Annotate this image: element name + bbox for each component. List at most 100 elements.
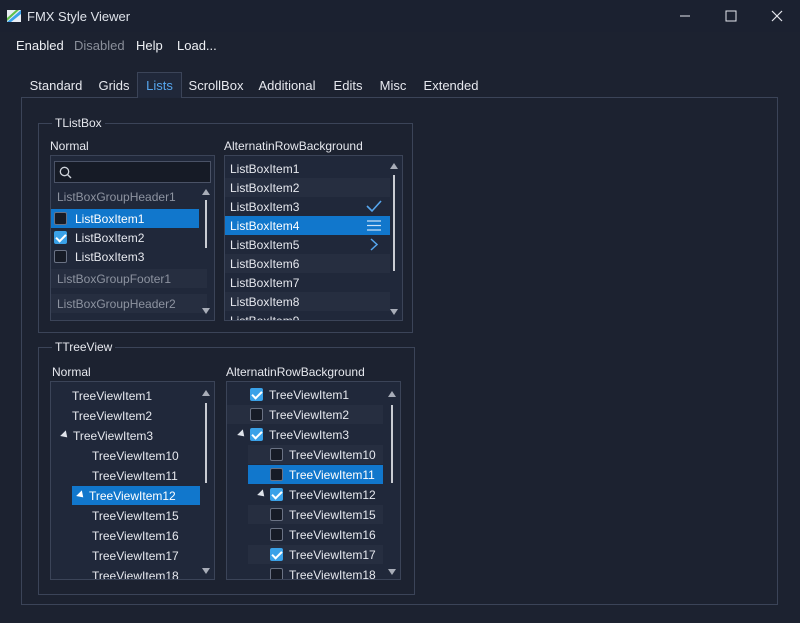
tree-item[interactable]: TreeViewItem15 — [248, 505, 383, 524]
list-item[interactable]: ListBoxItem1 — [225, 159, 390, 178]
tree-item[interactable]: TreeViewItem15 — [92, 506, 179, 525]
tree-item[interactable]: TreeViewItem2 — [227, 405, 383, 424]
checkbox-checked[interactable] — [250, 428, 263, 441]
tree-item-label: TreeViewItem1 — [269, 387, 350, 402]
checkmark-icon — [366, 200, 382, 213]
tree-item-label: TreeViewItem12 — [289, 487, 376, 502]
list-item[interactable]: ListBoxItem2 — [51, 228, 199, 247]
scroll-thumb[interactable] — [391, 405, 393, 483]
expand-arrow-icon[interactable] — [60, 429, 71, 440]
menu-help[interactable]: Help — [136, 38, 163, 53]
list-item-label: ListBoxItem2 — [75, 230, 145, 245]
scroll-thumb[interactable] — [205, 200, 207, 248]
listbox-normal[interactable]: ListBoxGroupHeader1 ListBoxItem1 ListBox… — [50, 155, 215, 321]
tree-item[interactable]: TreeViewItem17 — [248, 545, 383, 564]
tab-standard[interactable]: Standard — [24, 72, 88, 98]
tree-item[interactable]: TreeViewItem11 — [248, 465, 383, 484]
tab-grids[interactable]: Grids — [92, 72, 136, 98]
expand-arrow-icon[interactable] — [76, 489, 87, 500]
list-group-header: ListBoxGroupHeader2 — [51, 294, 207, 313]
app-icon — [7, 10, 21, 22]
listbox-alternating[interactable]: ListBoxItem1 ListBoxItem2 ListBoxItem3 L… — [224, 155, 403, 321]
menu-disabled[interactable]: Disabled — [74, 38, 125, 53]
list-item-label: ListBoxItem5 — [230, 237, 300, 252]
checkbox[interactable] — [270, 468, 283, 481]
tree-item[interactable]: TreeViewItem3 — [227, 425, 383, 444]
scroll-up-icon[interactable] — [390, 163, 398, 169]
tab-lists[interactable]: Lists — [137, 72, 182, 98]
treeview-scrollbar[interactable] — [386, 385, 398, 577]
list-group-footer: ListBoxGroupFooter1 — [51, 269, 207, 288]
scroll-up-icon[interactable] — [388, 391, 396, 397]
tree-item-label: TreeViewItem3 — [269, 427, 350, 442]
scroll-up-icon[interactable] — [202, 390, 210, 396]
list-item[interactable]: ListBoxItem9 — [225, 311, 390, 321]
list-group-header: ListBoxGroupHeader1 — [57, 189, 176, 204]
listbox-search-input[interactable] — [54, 161, 211, 183]
checkbox[interactable] — [270, 568, 283, 579]
checkbox[interactable] — [270, 508, 283, 521]
checkbox-checked[interactable] — [270, 488, 283, 501]
list-item[interactable]: ListBoxItem7 — [225, 273, 390, 292]
close-button[interactable] — [754, 0, 800, 32]
tab-edits[interactable]: Edits — [328, 72, 368, 98]
tree-item[interactable]: TreeViewItem10 — [92, 446, 179, 465]
menu-enabled[interactable]: Enabled — [16, 38, 64, 53]
expand-arrow-icon[interactable] — [237, 428, 248, 439]
tree-item[interactable]: TreeViewItem18 — [248, 565, 383, 580]
tab-additional[interactable]: Additional — [253, 72, 321, 98]
scroll-thumb[interactable] — [393, 175, 395, 271]
expand-arrow-icon[interactable] — [257, 488, 268, 499]
tree-item-label: TreeViewItem2 — [269, 407, 350, 422]
scroll-down-icon[interactable] — [388, 569, 396, 575]
close-icon — [771, 10, 783, 22]
list-item[interactable]: ListBoxItem4 — [225, 216, 390, 235]
listbox-scrollbar[interactable] — [388, 159, 400, 319]
tab-scrollbox[interactable]: ScrollBox — [185, 72, 247, 98]
tree-item[interactable]: TreeViewItem11 — [92, 466, 178, 485]
checkbox[interactable] — [270, 448, 283, 461]
tree-item[interactable]: TreeViewItem12 — [72, 486, 200, 505]
tree-item[interactable]: TreeViewItem16 — [248, 525, 383, 544]
tab-misc[interactable]: Misc — [374, 72, 412, 98]
treeview-normal[interactable]: TreeViewItem1 TreeViewItem2 TreeViewItem… — [50, 381, 215, 580]
tab-extended[interactable]: Extended — [419, 72, 483, 98]
scroll-down-icon[interactable] — [202, 568, 210, 574]
checkbox[interactable] — [250, 408, 263, 421]
tree-item[interactable]: TreeViewItem3 — [59, 426, 153, 445]
tree-item[interactable]: TreeViewItem17 — [92, 546, 179, 565]
tree-item[interactable]: TreeViewItem12 — [248, 485, 383, 504]
scroll-down-icon[interactable] — [390, 309, 398, 315]
list-item[interactable]: ListBoxItem8 — [225, 292, 390, 311]
scroll-down-icon[interactable] — [202, 308, 210, 314]
listbox-scrollbar[interactable] — [200, 186, 212, 320]
minimize-button[interactable] — [662, 0, 708, 32]
list-item[interactable]: ListBoxItem2 — [225, 178, 390, 197]
tree-item[interactable]: TreeViewItem16 — [92, 526, 179, 545]
list-item[interactable]: ListBoxItem3 — [225, 197, 390, 216]
scroll-thumb[interactable] — [205, 403, 207, 483]
tree-item[interactable]: TreeViewItem18 — [92, 566, 179, 580]
list-item[interactable]: ListBoxItem5 — [225, 235, 390, 254]
tree-item[interactable]: TreeViewItem10 — [248, 445, 383, 464]
list-item[interactable]: ListBoxItem1 — [51, 209, 199, 228]
checkbox[interactable] — [54, 212, 67, 225]
tree-item-label: TreeViewItem3 — [73, 428, 154, 443]
checkbox[interactable] — [270, 528, 283, 541]
checkbox[interactable] — [54, 250, 67, 263]
checkbox-checked[interactable] — [270, 548, 283, 561]
checkbox-checked[interactable] — [250, 388, 263, 401]
treeview-alternating[interactable]: TreeViewItem1 TreeViewItem2 TreeViewItem… — [226, 381, 401, 580]
maximize-button[interactable] — [708, 0, 754, 32]
list-item[interactable]: ListBoxItem3 — [51, 247, 199, 266]
tree-item-label: TreeViewItem18 — [289, 567, 376, 580]
scroll-up-icon[interactable] — [202, 189, 210, 195]
tree-item[interactable]: TreeViewItem1 — [72, 386, 152, 405]
minimize-icon — [680, 15, 690, 17]
tree-item[interactable]: TreeViewItem2 — [72, 406, 152, 425]
menu-load[interactable]: Load... — [177, 38, 217, 53]
treeview-scrollbar[interactable] — [200, 385, 212, 577]
checkbox-checked[interactable] — [54, 231, 67, 244]
list-item[interactable]: ListBoxItem6 — [225, 254, 390, 273]
tree-item[interactable]: TreeViewItem1 — [227, 385, 383, 404]
